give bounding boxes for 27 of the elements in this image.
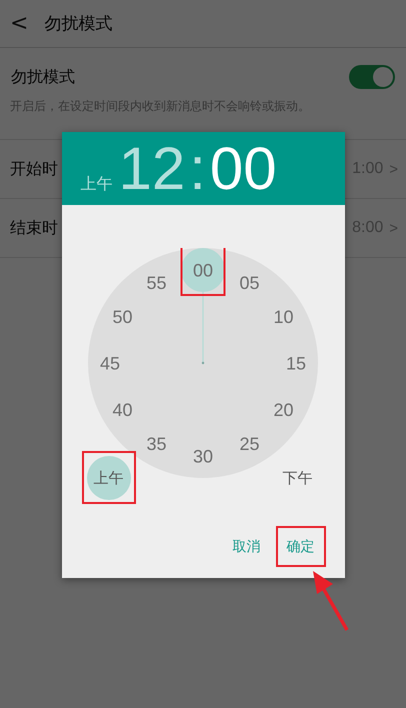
chevron-icon: > xyxy=(389,160,398,178)
minute-number[interactable]: 50 xyxy=(112,307,132,327)
clock-hand xyxy=(202,292,204,363)
minute-number[interactable]: 05 xyxy=(238,272,260,293)
page-title: 勿扰模式 xyxy=(44,13,112,35)
chevron-icon: > xyxy=(389,220,398,236)
minute-number[interactable]: 10 xyxy=(273,307,294,327)
dialog-button[interactable]: 确定 xyxy=(280,530,320,564)
setting-label: 勿扰模式 xyxy=(11,66,75,88)
row-label: 开始时 xyxy=(10,158,58,180)
back-button[interactable]: < xyxy=(6,11,32,36)
minute-number[interactable]: 35 xyxy=(146,434,166,454)
minute-number[interactable]: 55 xyxy=(146,272,166,293)
minute-number[interactable]: 45 xyxy=(99,354,120,374)
center-dot xyxy=(201,362,204,364)
period-label: 上午 xyxy=(80,174,112,195)
row-label: 结束时 xyxy=(10,218,58,238)
dialog-button[interactable]: 取消 xyxy=(226,530,266,564)
minute-number[interactable]: 20 xyxy=(273,400,294,420)
minute-number[interactable]: 25 xyxy=(238,434,260,454)
minute-number[interactable]: 00 xyxy=(192,260,213,280)
period-button[interactable]: 上午 xyxy=(86,456,130,500)
toggle-switch[interactable] xyxy=(349,65,395,89)
minute-number[interactable]: 40 xyxy=(112,400,132,420)
minute-number[interactable]: 30 xyxy=(192,446,213,466)
period-button[interactable]: 下午 xyxy=(276,456,320,500)
minute-number[interactable]: 15 xyxy=(285,354,306,374)
